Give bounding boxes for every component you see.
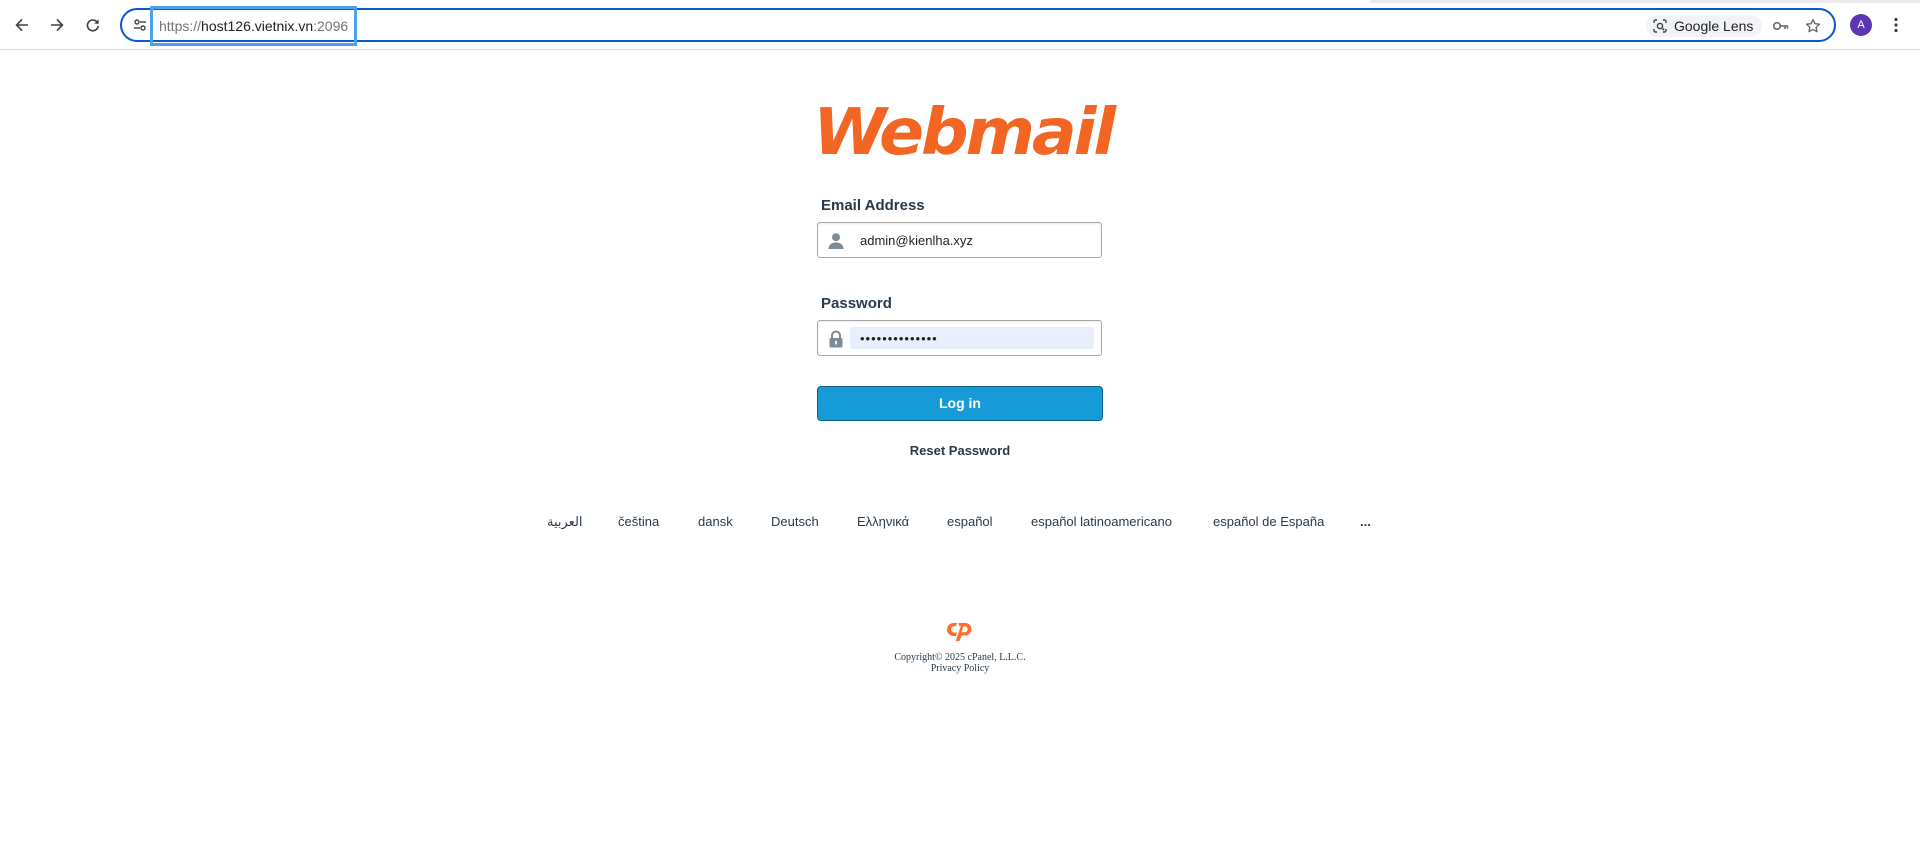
browser-menu-button[interactable]	[1884, 13, 1908, 37]
address-bar[interactable]: https://host126.vietnix.vn:2096 Google L…	[120, 6, 1836, 46]
star-icon	[1805, 18, 1821, 33]
google-lens-label: Google Lens	[1674, 18, 1754, 34]
arrow-left-icon	[15, 18, 28, 32]
site-info-button[interactable]	[130, 16, 150, 34]
webmail-logo: Webmail	[813, 102, 1118, 162]
reset-password-link[interactable]: Reset Password	[910, 443, 1010, 458]
three-dots-icon	[1894, 17, 1898, 33]
email-input[interactable]	[850, 229, 1094, 251]
forward-button[interactable]	[43, 11, 71, 39]
language-arabic[interactable]: العربية	[547, 514, 583, 530]
language-spanish-latam[interactable]: español latinoamericano	[1031, 514, 1172, 529]
bookmark-button[interactable]	[1802, 15, 1824, 37]
password-input[interactable]	[850, 327, 1094, 349]
url-host: host126.vietnix.vn	[201, 18, 314, 34]
copyright-text: Copyright© 2025 cPanel, L.L.C.	[894, 652, 1026, 663]
language-german[interactable]: Deutsch	[771, 514, 819, 529]
login-form: Email Address Password Log in	[817, 197, 1103, 421]
language-spanish[interactable]: español	[947, 514, 993, 529]
tune-icon	[134, 19, 146, 31]
key-icon	[1772, 21, 1789, 31]
email-input-group	[817, 222, 1102, 258]
more-languages-button[interactable]: ...	[1360, 514, 1371, 529]
profile-avatar[interactable]: A	[1850, 14, 1872, 36]
language-danish[interactable]: dansk	[698, 514, 733, 529]
url-text[interactable]: https://host126.vietnix.vn:2096	[150, 6, 358, 46]
webmail-login-page: Webmail Email Address Password Log in Re…	[0, 50, 1920, 848]
language-selector: العربية čeština dansk Deutsch Ελληνικά e…	[528, 514, 1428, 534]
login-button[interactable]: Log in	[817, 386, 1103, 421]
cpanel-logo-icon	[947, 623, 972, 641]
language-spanish-spain[interactable]: español de España	[1213, 514, 1324, 529]
lock-icon	[829, 330, 843, 348]
password-input-group	[817, 320, 1102, 356]
password-label: Password	[821, 295, 892, 312]
browser-toolbar: https://host126.vietnix.vn:2096 Google L…	[0, 0, 1920, 50]
language-greek[interactable]: Ελληνικά	[857, 514, 909, 529]
reload-button[interactable]	[79, 11, 107, 39]
google-lens-button[interactable]: Google Lens	[1646, 15, 1763, 37]
tab-strip-edge	[1370, 0, 1920, 3]
password-manager-button[interactable]	[1770, 15, 1792, 37]
reset-password-row: Reset Password	[0, 443, 1920, 458]
reload-icon	[86, 19, 99, 32]
footer: Copyright© 2025 cPanel, L.L.C. Privacy P…	[0, 652, 1920, 674]
email-label: Email Address	[821, 197, 925, 214]
back-button[interactable]	[8, 11, 36, 39]
language-czech[interactable]: čeština	[618, 514, 659, 529]
camera-lens-icon	[1653, 19, 1667, 33]
user-icon	[828, 233, 844, 249]
url-port: :2096	[313, 18, 349, 34]
arrow-right-icon	[51, 18, 64, 32]
privacy-policy-link[interactable]: Privacy Policy	[0, 663, 1920, 674]
webmail-logo-text: Webmail	[813, 102, 1117, 162]
url-scheme: https://	[159, 18, 202, 34]
